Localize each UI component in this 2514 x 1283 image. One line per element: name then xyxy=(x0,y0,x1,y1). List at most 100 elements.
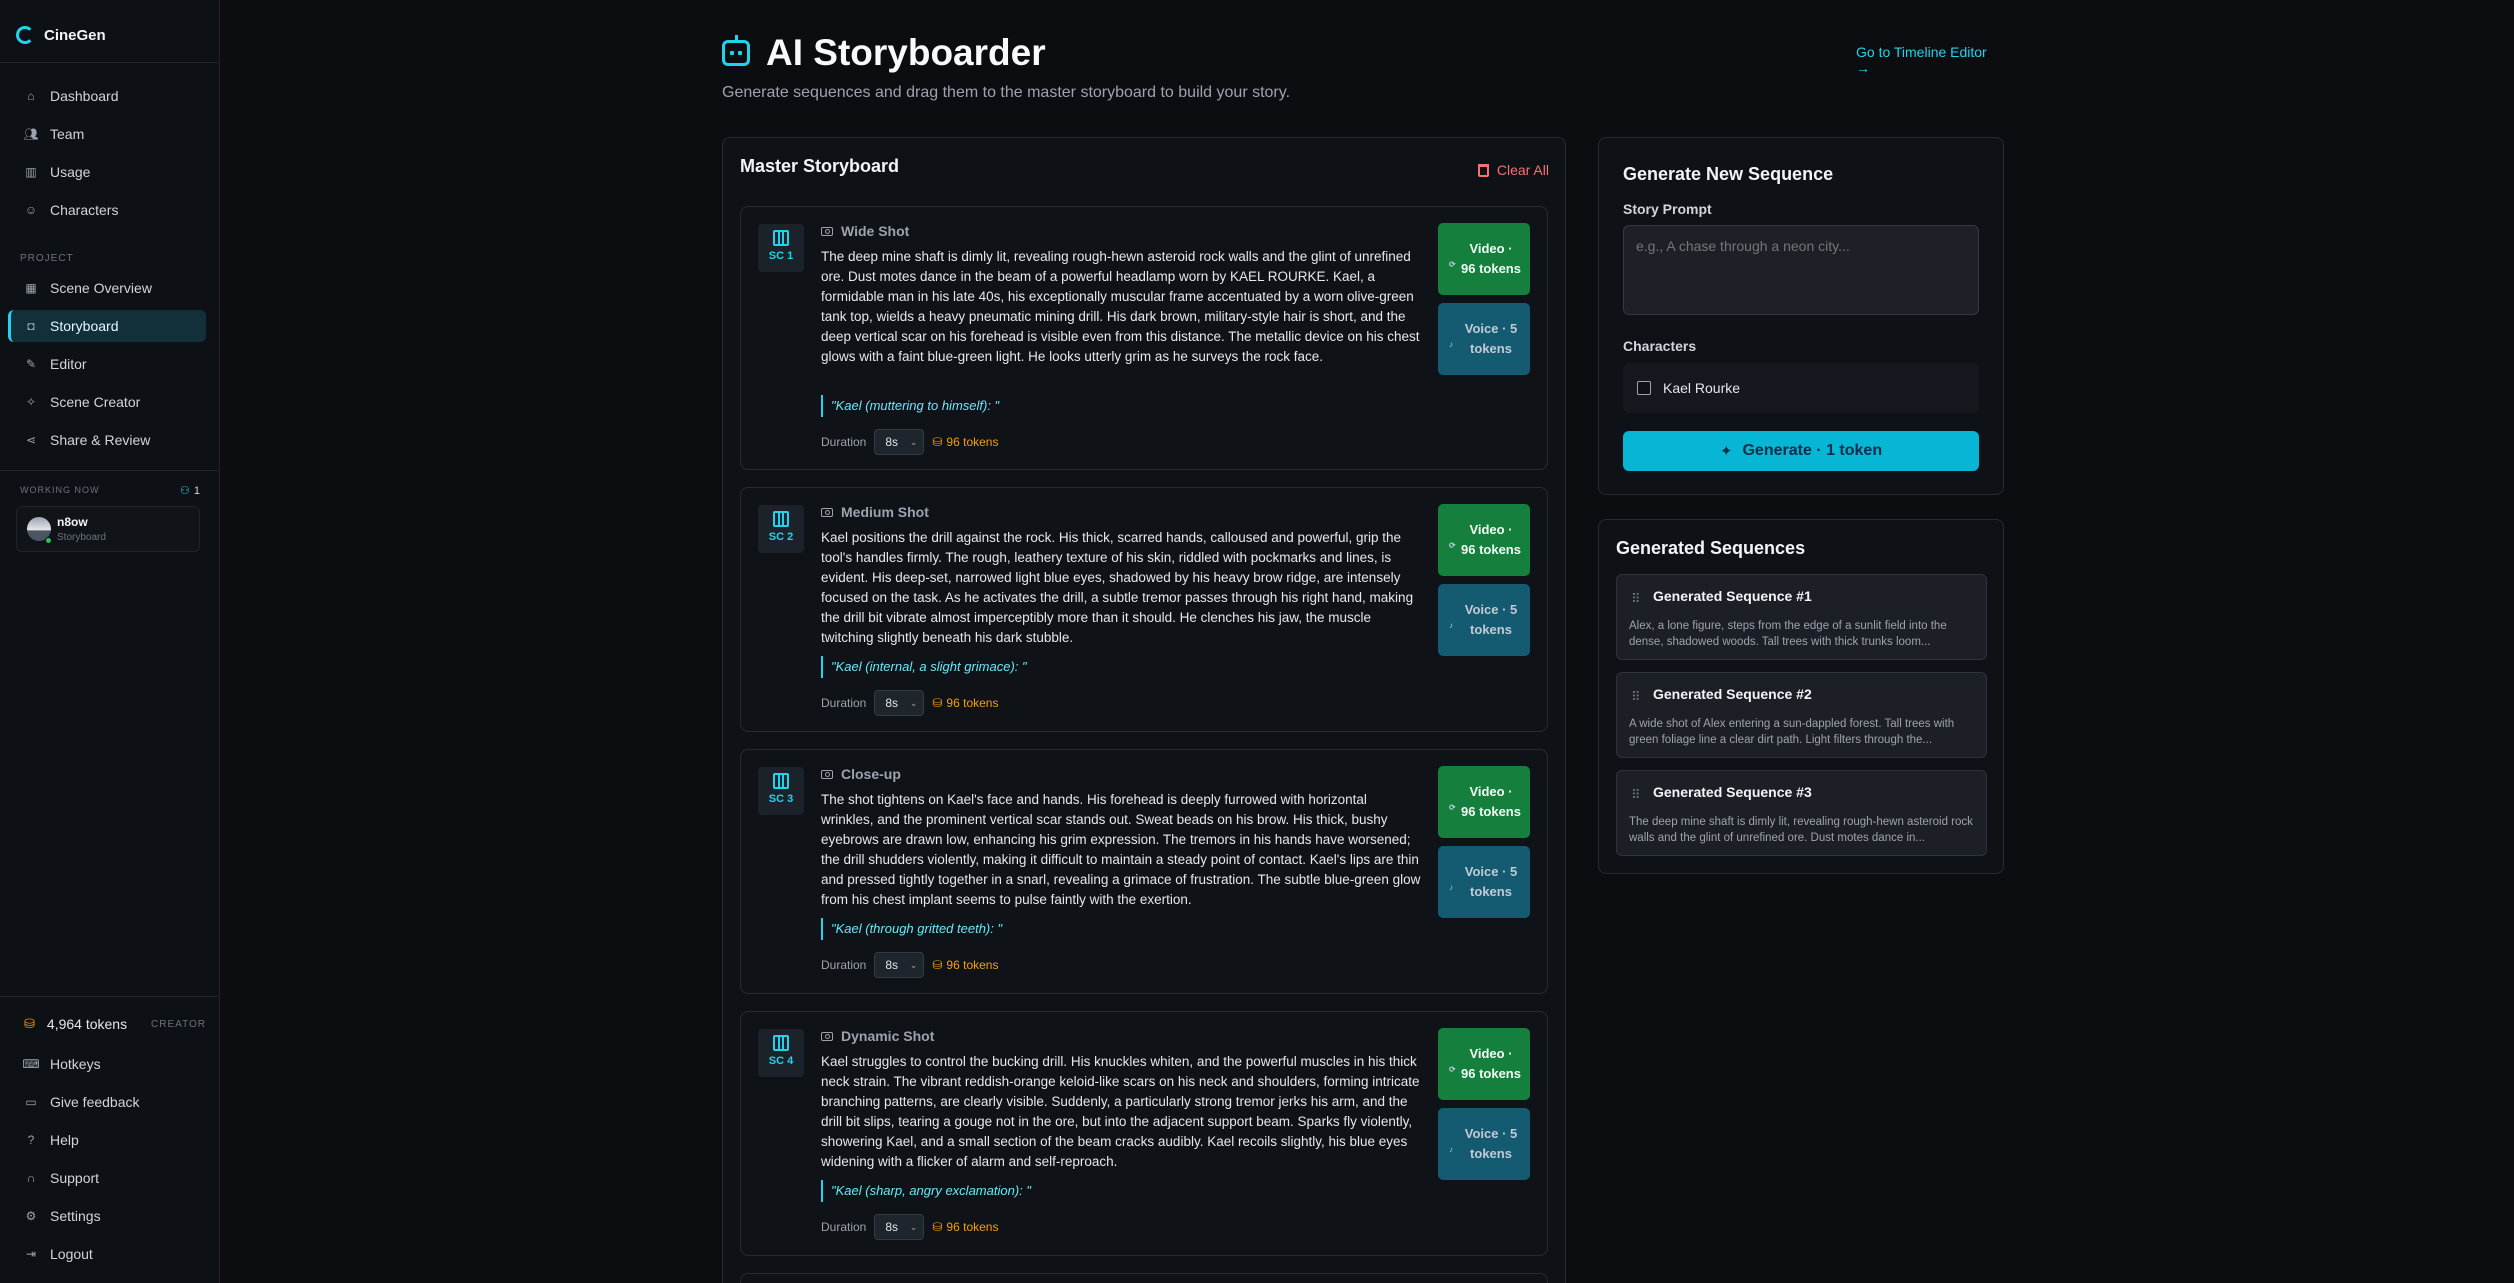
online-status-dot xyxy=(45,537,52,544)
sidebar-item-logout[interactable]: ⇥ Logout xyxy=(8,1238,206,1270)
video-icon: ⟳ xyxy=(1449,541,1456,550)
sidebar-item-scene-overview[interactable]: ▦ Scene Overview xyxy=(8,272,206,304)
sidebar-item-editor[interactable]: ✎ Editor xyxy=(8,348,206,380)
scene-card[interactable]: SC 1 Wide Shot The deep mine shaft is di… xyxy=(740,206,1548,470)
sequence-description: The deep mine shaft is dimly lit, reveal… xyxy=(1629,816,1973,844)
drag-handle-icon[interactable]: ⠿ xyxy=(1631,689,1640,705)
duration-select[interactable]: 8s ⌄ xyxy=(874,429,925,455)
generate-button[interactable]: ✦ Generate · 1 token xyxy=(1623,431,1979,471)
duration-row: Duration 8s ⌄ ⛁ 96 tokens xyxy=(821,1214,998,1240)
generated-sequences-title: Generated Sequences xyxy=(1616,538,1806,558)
sidebar-item-label: Dashboard xyxy=(50,88,119,104)
sidebar-item-label: Team xyxy=(50,126,85,142)
sidebar-item-label: Logout xyxy=(50,1246,93,1262)
user-location: Storyboard xyxy=(57,532,106,543)
shot-type: Wide Shot xyxy=(821,223,909,239)
microphone-icon: ♪ xyxy=(1449,621,1453,630)
generate-voice-button[interactable]: ♪ Voice · 5 tokens xyxy=(1438,1108,1530,1180)
sequence-name: Generated Sequence #3 xyxy=(1653,784,1812,800)
token-balance[interactable]: ⛁ 4,964 tokens CREATOR xyxy=(8,1010,206,1038)
keyboard-icon: ⌨ xyxy=(22,1057,40,1071)
duration-row: Duration 8s ⌄ ⛁ 96 tokens xyxy=(821,952,998,978)
users-icon: ⚇ xyxy=(180,485,190,497)
message-icon: ▭ xyxy=(25,1095,37,1109)
sidebar-item-hotkeys[interactable]: ⌨ Hotkeys xyxy=(8,1048,206,1080)
story-prompt-input[interactable] xyxy=(1623,225,1979,315)
generate-voice-button[interactable]: ♪ Voice · 5 tokens xyxy=(1438,846,1530,918)
sidebar-item-settings[interactable]: ⚙ Settings xyxy=(8,1200,206,1232)
scene-dialogue[interactable]: "Kael (muttering to himself): " xyxy=(821,395,999,417)
bot-icon xyxy=(722,35,750,66)
character-option-kael-rourke[interactable]: Kael Rourke xyxy=(1623,363,1979,413)
scene-card[interactable] xyxy=(740,1273,1548,1283)
clear-all-button[interactable]: Clear All xyxy=(1477,162,1549,178)
sidebar: CineGen ⌂ Dashboard 👥︎ Team ▥ Usage ☺︎ C… xyxy=(0,0,220,1283)
sidebar-item-help[interactable]: ? Help xyxy=(8,1124,206,1156)
microphone-icon: ♪ xyxy=(1449,1145,1453,1154)
generate-video-button[interactable]: ⟳ Video · 96 tokens xyxy=(1438,1028,1530,1100)
scene-description[interactable]: Kael positions the drill against the roc… xyxy=(821,528,1421,648)
generate-video-button[interactable]: ⟳ Video · 96 tokens xyxy=(1438,223,1530,295)
generate-voice-button[interactable]: ♪ Voice · 5 tokens xyxy=(1438,584,1530,656)
help-icon: ? xyxy=(27,1133,35,1147)
scene-dialogue[interactable]: "Kael (sharp, angry exclamation): " xyxy=(821,1180,1031,1202)
generate-video-button[interactable]: ⟳ Video · 96 tokens xyxy=(1438,766,1530,838)
sidebar-item-team[interactable]: 👥︎ Team xyxy=(8,118,206,150)
sidebar-item-support[interactable]: ∩ Support xyxy=(8,1162,206,1194)
shot-type: Medium Shot xyxy=(821,504,929,520)
sidebar-item-label: Share & Review xyxy=(50,432,151,448)
character-name: Kael Rourke xyxy=(1663,380,1741,396)
timeline-editor-link[interactable]: Go to Timeline Editor → xyxy=(1856,44,2002,76)
duration-select[interactable]: 8s ⌄ xyxy=(874,1214,925,1240)
duration-select[interactable]: 8s ⌄ xyxy=(874,690,925,716)
project-section-label: PROJECT xyxy=(20,253,74,264)
users-icon: 👥︎ xyxy=(23,127,39,141)
scene-dialogue[interactable]: "Kael (internal, a slight grimace): " xyxy=(821,656,1027,678)
film-icon xyxy=(773,230,789,246)
sidebar-item-give-feedback[interactable]: ▭ Give feedback xyxy=(8,1086,206,1118)
page-title: AI Storyboarder xyxy=(766,32,1046,73)
active-user-card[interactable]: n8ow Storyboard xyxy=(16,506,200,552)
sidebar-item-share-review[interactable]: ⋖ Share & Review xyxy=(8,424,206,456)
duration-label: Duration xyxy=(821,1220,867,1234)
gear-icon: ⚙ xyxy=(25,1209,37,1223)
generate-voice-button[interactable]: ♪ Voice · 5 tokens xyxy=(1438,303,1530,375)
sidebar-item-characters[interactable]: ☺︎ Characters xyxy=(8,194,206,226)
sidebar-item-label: Scene Overview xyxy=(50,280,152,296)
scene-number-badge: SC 1 xyxy=(758,224,804,272)
sidebar-item-dashboard[interactable]: ⌂ Dashboard xyxy=(8,80,206,112)
sidebar-divider xyxy=(0,62,219,63)
sidebar-item-usage[interactable]: ▥ Usage xyxy=(8,156,206,188)
master-storyboard-panel: Master Storyboard Clear All SC 1 Wide Sh… xyxy=(722,137,1566,1283)
scene-card[interactable]: SC 4 Dynamic Shot Kael struggles to cont… xyxy=(740,1011,1548,1256)
coins-icon: ⛁ xyxy=(24,1016,35,1031)
wand-icon: ✧ xyxy=(25,395,37,409)
duration-select[interactable]: 8s ⌄ xyxy=(874,952,925,978)
drag-handle-icon[interactable]: ⠿ xyxy=(1631,787,1640,803)
chevron-down-icon: ⌄ xyxy=(909,959,918,970)
sidebar-item-storyboard[interactable]: ◘ Storyboard xyxy=(8,310,206,342)
home-icon: ⌂ xyxy=(27,89,35,103)
generate-video-button[interactable]: ⟳ Video · 96 tokens xyxy=(1438,504,1530,576)
scene-description[interactable]: Kael struggles to control the bucking dr… xyxy=(821,1052,1421,1172)
scene-dialogue[interactable]: "Kael (through gritted teeth): " xyxy=(821,918,1002,940)
sequence-description: Alex, a lone figure, steps from the edge… xyxy=(1629,620,1947,648)
scene-description[interactable]: The shot tightens on Kael's face and han… xyxy=(821,790,1421,910)
sidebar-item-label: Usage xyxy=(50,164,91,180)
user-name: n8ow xyxy=(57,515,88,529)
scene-card[interactable]: SC 2 Medium Shot Kael positions the dril… xyxy=(740,487,1548,732)
sidebar-item-label: Hotkeys xyxy=(50,1056,101,1072)
sequence-card[interactable]: ⠿ Generated Sequence #2 A wide shot of A… xyxy=(1616,672,1987,758)
sequence-card[interactable]: ⠿ Generated Sequence #3 The deep mine sh… xyxy=(1616,770,1987,856)
scene-card[interactable]: SC 3 Close-up The shot tightens on Kael'… xyxy=(740,749,1548,994)
sequence-name: Generated Sequence #1 xyxy=(1653,588,1812,604)
plan-tier: CREATOR xyxy=(151,1018,206,1030)
logout-icon: ⇥ xyxy=(25,1247,37,1261)
brand[interactable]: CineGen xyxy=(16,26,106,44)
coins-icon: ⛁ xyxy=(932,958,943,972)
sidebar-item-scene-creator[interactable]: ✧ Scene Creator xyxy=(8,386,206,418)
character-checkbox[interactable] xyxy=(1637,381,1651,395)
scene-description[interactable]: The deep mine shaft is dimly lit, reveal… xyxy=(821,247,1421,367)
sequence-card[interactable]: ⠿ Generated Sequence #1 Alex, a lone fig… xyxy=(1616,574,1987,660)
drag-handle-icon[interactable]: ⠿ xyxy=(1631,591,1640,607)
